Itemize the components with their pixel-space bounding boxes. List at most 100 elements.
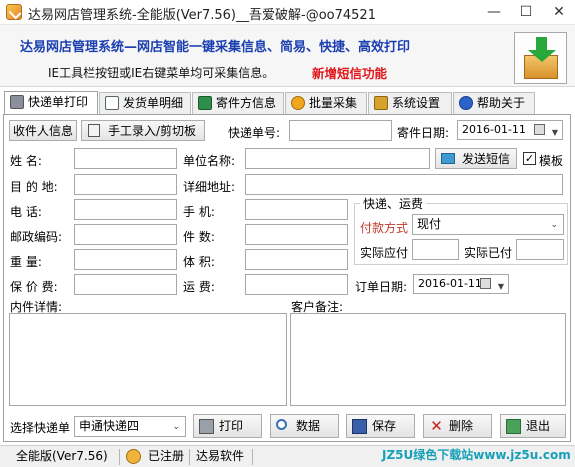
company-input[interactable] [245,148,430,169]
freight-label: 运 费: [183,280,215,294]
tab-invoice-details[interactable]: 发货单明细 [99,92,191,114]
print-button[interactable]: 打印 [193,414,262,438]
edition-status: 全能版(Ver7.56) [16,449,108,463]
zip-label: 邮政编码: [10,230,63,244]
tab-label: 发货单明细 [123,96,184,110]
volume-input[interactable] [245,249,348,270]
remark-textarea[interactable] [290,313,566,406]
volume-label: 体 积: [183,255,215,269]
send-date-value: 2016-01-11 [462,123,526,136]
calendar-icon [534,124,545,135]
contents-textarea[interactable] [9,313,287,406]
pieces-label: 件 数: [183,230,215,244]
banner: 达易网店管理系统—网店智能一键采集信息、简易、快捷、高效打印 IE工具栏按钮或I… [0,25,575,87]
calendar-icon [480,278,491,289]
delete-button[interactable]: ✕ 删除 [423,414,492,438]
exit-label: 退出 [526,419,551,433]
chevron-down-icon: ⌄ [172,422,180,432]
app-icon [6,4,22,20]
window-title: 达易网店管理系统-全能版(Ver7.56)__吾爱破解-@oo74521 [28,8,376,23]
data-button[interactable]: 数据 [270,414,339,438]
freight-input[interactable] [245,274,348,295]
data-label: 数据 [296,419,321,433]
address-input[interactable] [245,174,563,195]
printer-icon [199,419,214,434]
tab-label: 快递单打印 [28,95,89,109]
close-button[interactable]: ✕ [543,0,575,24]
order-date-label: 订单日期: [355,280,408,294]
courier-label: 选择快递单 [10,421,71,435]
payment-method-value: 现付 [417,217,442,231]
payment-method-select[interactable]: 现付 ⌄ [412,214,564,235]
courier-value: 申通快递四 [79,419,140,433]
tab-system-settings[interactable]: 系统设置 [368,92,452,114]
courier-select[interactable]: 申通快递四 ⌄ [74,416,186,437]
tab-batch-collect[interactable]: 批量采集 [285,92,367,114]
magnifier-icon [276,419,287,430]
template-label: 模板 [539,154,564,168]
document-icon [105,96,119,110]
delete-label: 删除 [449,419,474,433]
printer-icon [10,95,24,109]
mobile-label: 手 机: [183,205,215,219]
banner-title: 达易网店管理系统—网店智能一键采集信息、简易、快捷、高效打印 [20,40,411,55]
card-icon [198,96,212,110]
print-label: 打印 [219,419,244,433]
floppy-disk-icon [352,419,367,434]
tab-help-about[interactable]: 帮助关于 [453,92,535,114]
recipient-info-button[interactable]: 收件人信息 [9,120,77,141]
save-label: 保存 [372,419,397,433]
weight-input[interactable] [74,249,177,270]
send-sms-label: 发送短信 [461,152,510,166]
paid-label: 实际已付 [464,246,513,260]
waybill-input[interactable] [289,120,392,141]
download-box-logo [514,32,567,84]
receivable-input[interactable] [412,239,459,260]
destination-input[interactable] [74,174,177,195]
send-date-picker[interactable]: 2016-01-11 ▼ [457,120,563,140]
software-status: 达易软件 [196,449,245,463]
shipping-fee-legend: 快递、运费 [360,195,427,212]
waybill-label: 快递单号: [228,126,281,140]
company-label: 单位名称: [183,154,236,168]
manual-entry-label: 手工录入/剪切板 [107,124,197,138]
send-sms-button[interactable]: 发送短信 [435,148,517,169]
registered-icon [126,449,141,464]
address-label: 详细地址: [183,180,236,194]
sms-icon [441,153,455,164]
chevron-down-icon: ▼ [551,128,558,137]
tab-sender-info[interactable]: 寄件方信息 [192,92,284,114]
title-bar: 达易网店管理系统-全能版(Ver7.56)__吾爱破解-@oo74521 — ☐… [0,0,575,25]
minimize-button[interactable]: — [478,0,510,24]
order-date-value: 2016-01-11 [418,277,482,290]
paid-input[interactable] [516,239,564,260]
save-button[interactable]: 保存 [346,414,415,438]
tab-label: 批量采集 [309,96,358,110]
banner-highlight: 新增短信功能 [312,66,388,81]
insured-fee-label: 保 价 费: [10,280,58,294]
download-arrow-icon [536,37,547,51]
zip-input[interactable] [74,224,177,245]
insured-fee-input[interactable] [74,274,177,295]
clock-icon [291,96,305,110]
pieces-input[interactable] [245,224,348,245]
site-watermark: JZ5U绿色下载站www.jz5u.com [382,448,571,462]
order-date-picker[interactable]: 2016-01-11 ▼ [413,274,509,294]
tab-label: 帮助关于 [477,96,526,110]
manual-entry-button[interactable]: 手工录入/剪切板 [81,120,205,141]
phone-label: 电 话: [10,205,42,219]
wrench-icon [374,96,388,110]
name-input[interactable] [74,148,177,169]
weight-label: 重 量: [10,255,42,269]
exit-button[interactable]: 退出 [500,414,566,438]
tab-label: 寄件方信息 [216,96,277,110]
phone-input[interactable] [74,199,177,220]
mobile-input[interactable] [245,199,348,220]
template-checkbox[interactable]: ✓ [523,152,536,165]
name-label: 姓 名: [10,154,42,168]
banner-subtitle: IE工具栏按钮或IE右键菜单均可采集信息。 [48,66,275,80]
destination-label: 目 的 地: [10,180,58,194]
tab-print[interactable]: 快递单打印 [4,91,98,115]
send-date-label: 寄件日期: [397,126,450,140]
maximize-button[interactable]: ☐ [510,0,542,24]
